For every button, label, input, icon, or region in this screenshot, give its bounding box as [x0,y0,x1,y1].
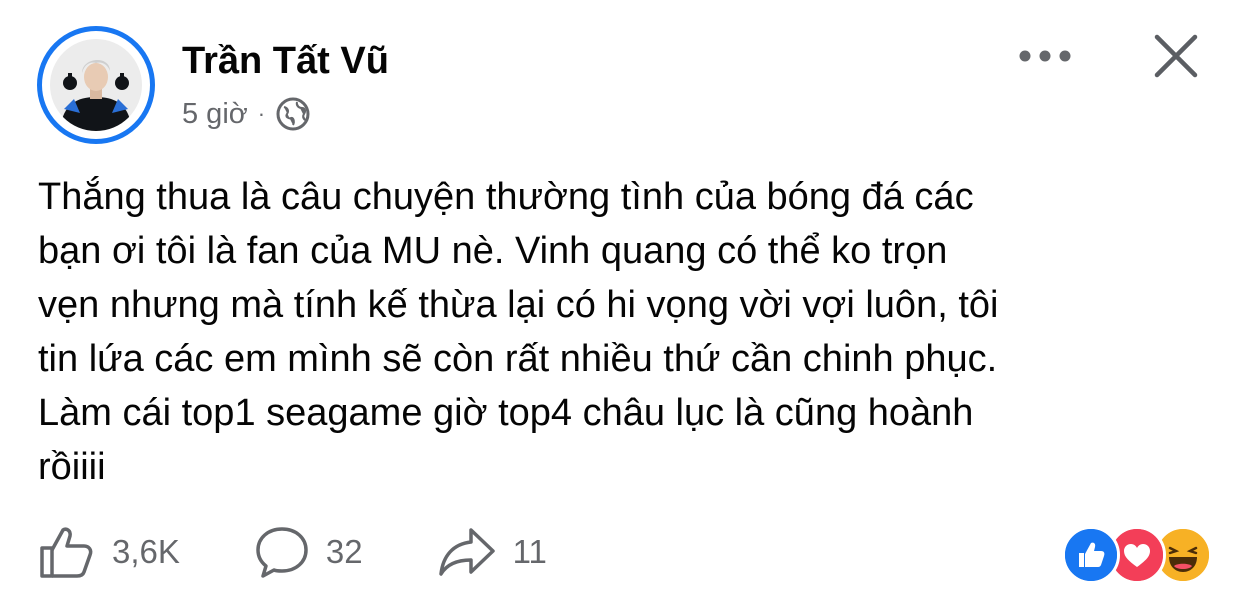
story-ring[interactable] [37,26,155,144]
share-button[interactable]: 11 [437,524,547,580]
more-options-button[interactable] [1010,38,1080,74]
facebook-post: Trần Tất Vũ 5 giờ · Thắng thua là câu ch… [0,0,1242,600]
author-name[interactable]: Trần Tất Vũ [182,38,389,84]
post-meta: 5 giờ · [182,94,311,134]
meta-separator: · [257,101,266,126]
thumbs-up-icon [40,527,93,578]
post-time[interactable]: 5 giờ [182,98,248,131]
globe-icon[interactable] [275,96,311,132]
close-icon [1154,34,1198,78]
reaction-summary[interactable] [1062,526,1212,584]
share-count: 11 [512,533,547,570]
share-icon [438,528,495,576]
more-horizontal-icon [1019,50,1071,62]
comment-icon [256,527,308,578]
close-button[interactable] [1146,28,1206,84]
like-icon [1062,526,1120,584]
avatar[interactable] [50,39,142,131]
like-button[interactable]: 3,6K [36,522,180,582]
post-text: Thắng thua là câu chuyện thường tình của… [38,176,999,488]
comment-count: 32 [325,533,363,570]
like-count: 3,6K [112,533,180,570]
action-bar: 3,6K 32 11 [36,520,621,584]
comment-button[interactable]: 32 [254,524,363,580]
